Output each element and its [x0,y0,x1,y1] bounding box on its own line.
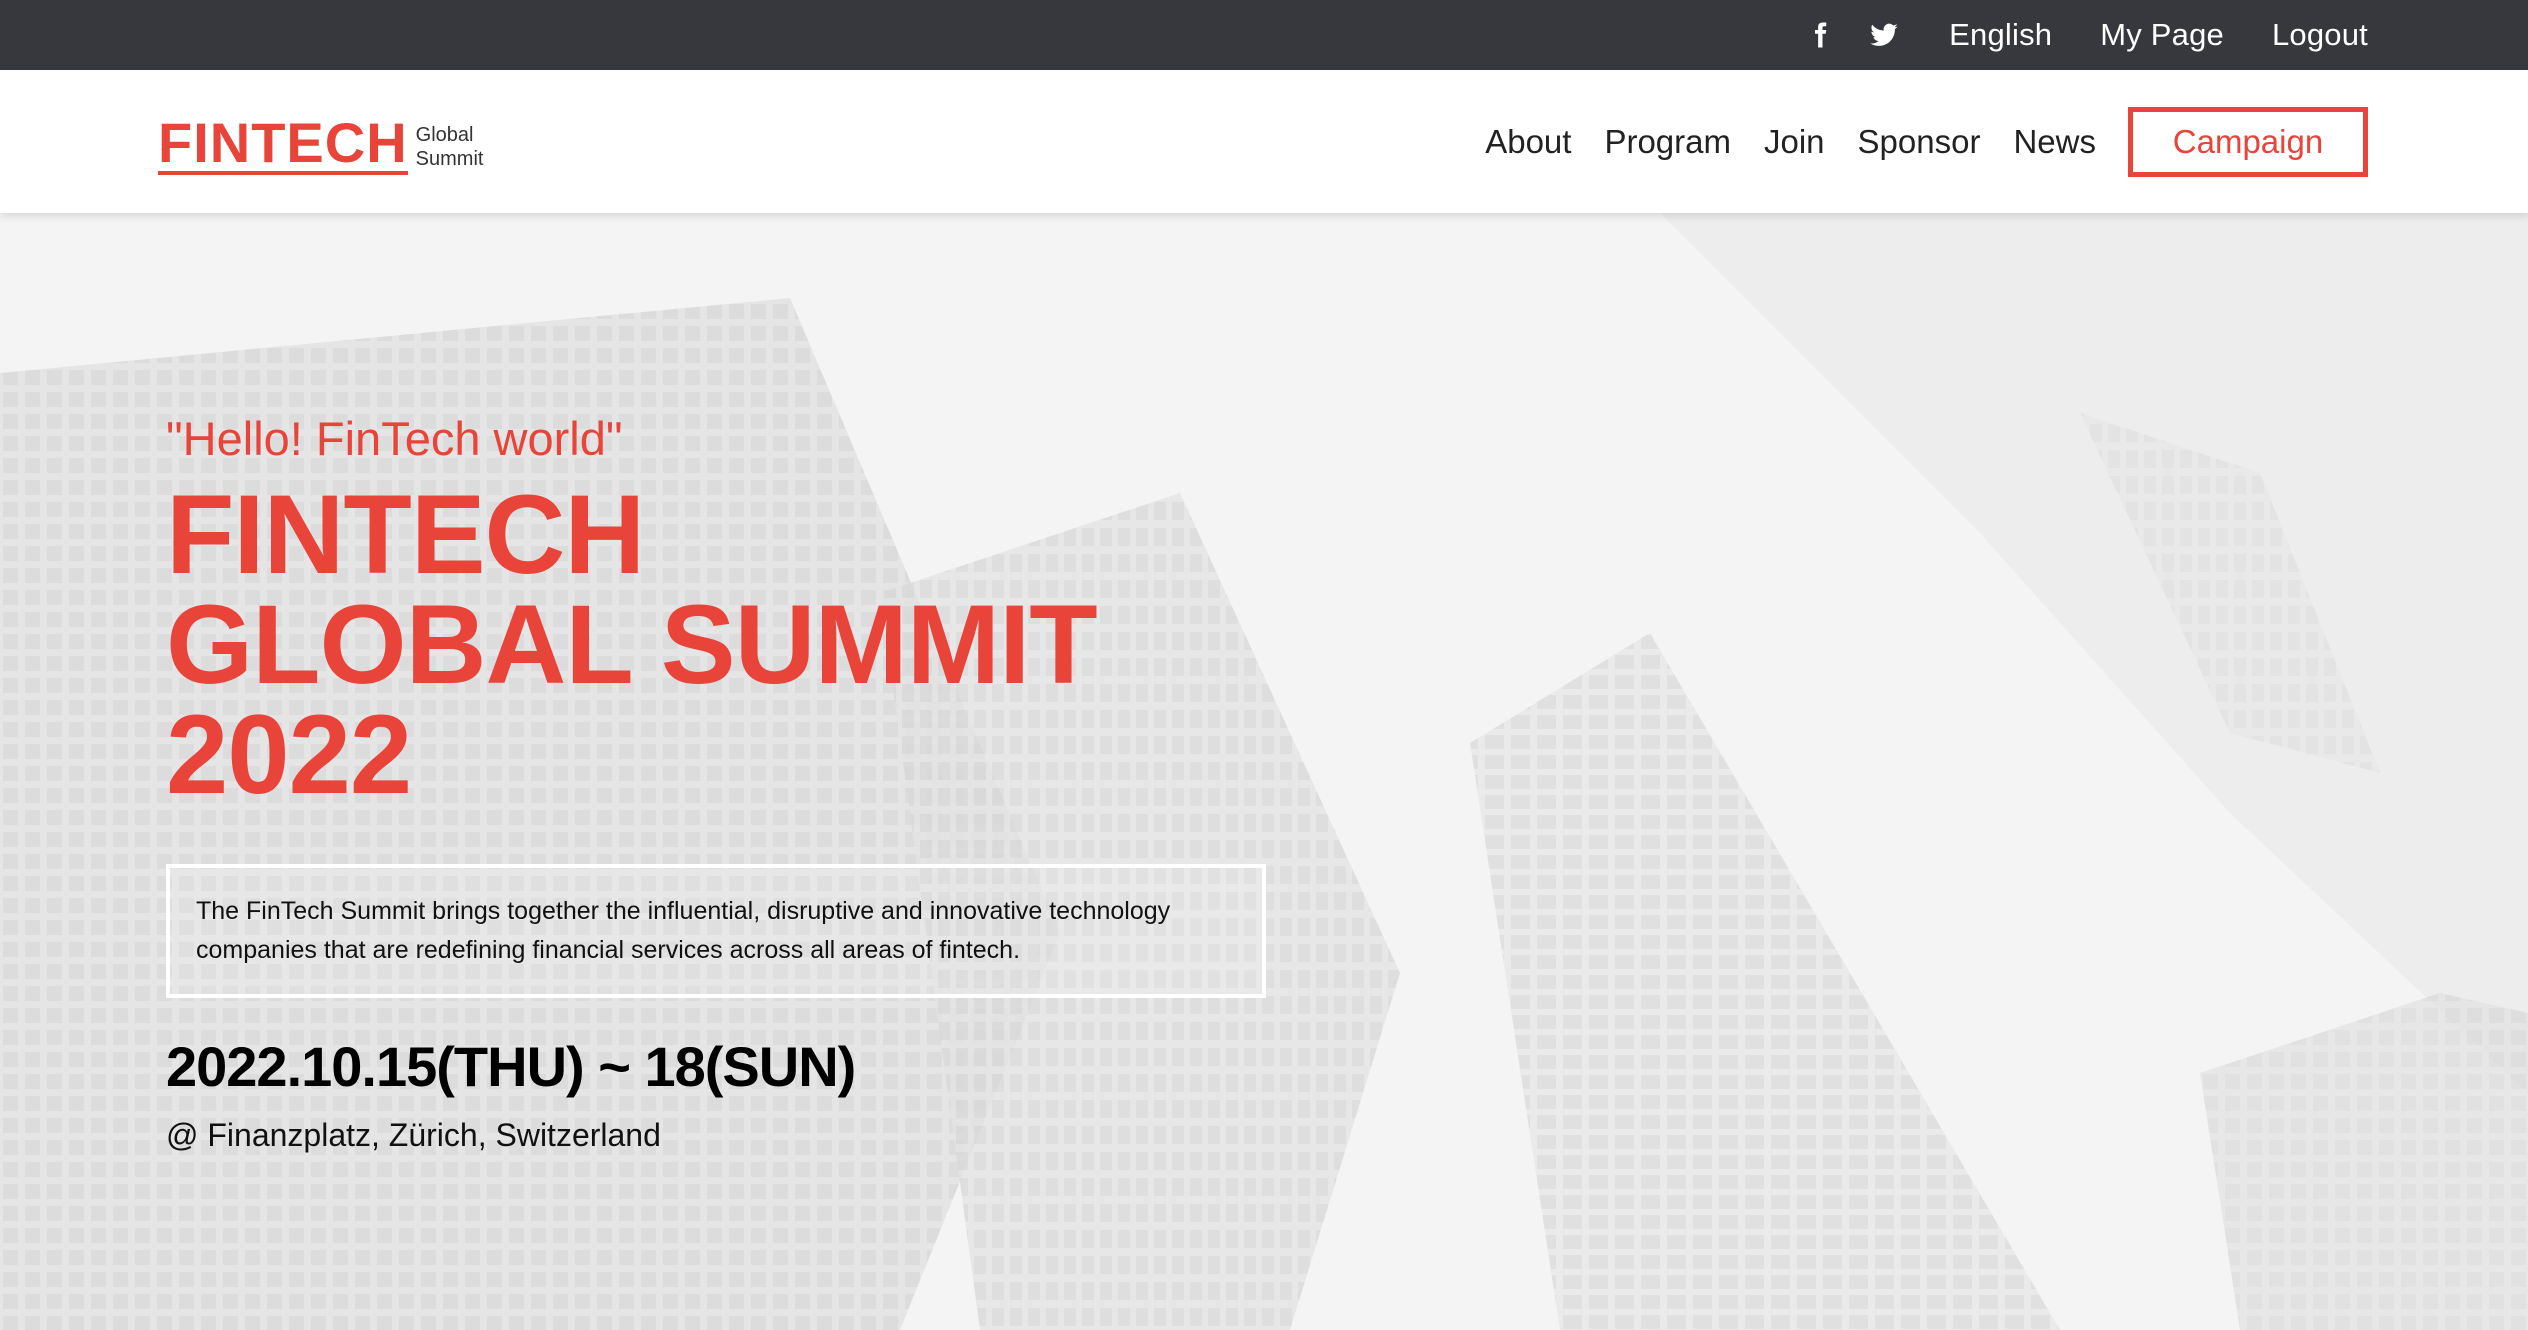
hero-description-line1: The FinTech Summit brings together the i… [196,897,1171,925]
event-location: @ Finanzplatz, Zürich, Switzerland [166,1117,661,1153]
event-date: 2022.10.15(THU) ~ 18(SUN) [166,1035,856,1098]
top-utility-bar: English My Page Logout [0,0,2528,70]
logo-wordmark: FINTECH [158,111,408,175]
nav-item-join[interactable]: Join [1764,123,1825,161]
logo-subtitle-line2: Summit [415,148,484,170]
my-page-link[interactable]: My Page [2100,17,2224,53]
top-utility-links: English My Page Logout [1773,0,2368,70]
nav-item-program[interactable]: Program [1604,123,1731,161]
nav-item-sponsor[interactable]: Sponsor [1858,123,1981,161]
logout-link[interactable]: Logout [2272,17,2368,53]
hero-title: FINTECH GLOBAL SUMMIT 2022 [166,472,1266,817]
hero-section: "Hello! FinTech world" FINTECH GLOBAL SU… [0,213,2528,1330]
nav-item-news[interactable]: News [2013,123,2096,161]
logo-subtitle: Global Summit [416,123,484,175]
language-selector[interactable]: English [1949,17,2052,53]
hero-content: "Hello! FinTech world" FINTECH GLOBAL SU… [166,411,1266,1154]
hero-title-line1: FINTECH [166,472,645,597]
main-nav: About Program Join Sponsor News Campaign [1452,102,2368,182]
hero-description: The FinTech Summit brings together the i… [166,864,1266,998]
hero-title-line3: 2022 [166,692,412,817]
site-logo[interactable]: FINTECH Global Summit [158,115,483,175]
site-header: FINTECH Global Summit About Program Join… [0,70,2528,213]
hero-title-line2: GLOBAL SUMMIT [166,582,1098,707]
twitter-icon[interactable] [1867,18,1901,52]
hero-tagline: "Hello! FinTech world" [166,412,623,465]
facebook-icon[interactable] [1803,18,1837,52]
nav-item-about[interactable]: About [1485,123,1571,161]
campaign-button[interactable]: Campaign [2128,107,2368,177]
logo-subtitle-line1: Global [415,124,474,146]
hero-description-line2: companies that are redefining financial … [196,936,1021,964]
